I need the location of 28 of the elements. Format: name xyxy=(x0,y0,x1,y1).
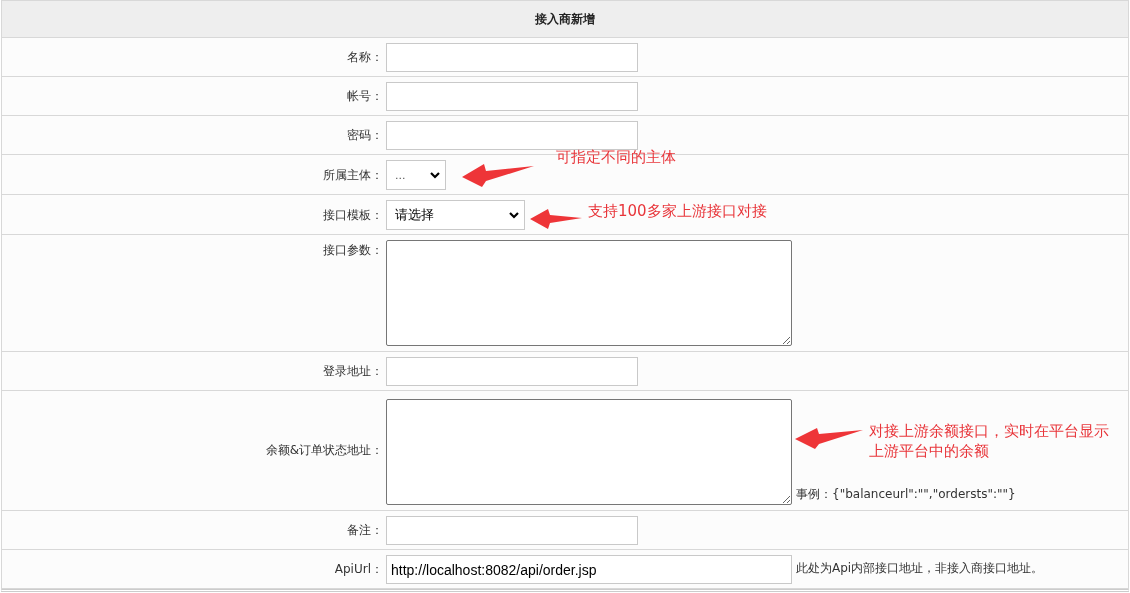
text-area[interactable] xyxy=(386,399,792,505)
text-field[interactable] xyxy=(386,43,638,72)
text-field[interactable] xyxy=(386,82,638,111)
hint-text: 事例：{"balanceurl":"","ordersts":""} xyxy=(796,486,1016,503)
field-label: ApiUrl： xyxy=(333,561,384,578)
field-label: 帐号： xyxy=(346,88,384,105)
field-label: 备注： xyxy=(346,522,384,539)
field-label: 所属主体： xyxy=(322,166,384,184)
text-field[interactable] xyxy=(386,516,638,545)
field-label: 密码： xyxy=(346,127,384,144)
dropdown-select[interactable]: 请选择 xyxy=(386,200,525,230)
field-label: 名称： xyxy=(346,49,384,66)
annotation-text: 对接上游余额接口，实时在平台显示上游平台中的余额 xyxy=(869,421,1109,461)
field-label: 余额&订单状态地址： xyxy=(264,442,384,459)
text-area[interactable] xyxy=(386,240,792,346)
annotation-text: 支持100多家上游接口对接 xyxy=(588,201,768,221)
field-label: 登录地址： xyxy=(322,363,384,380)
text-field[interactable]: http://localhost:8082/api/order.jsp xyxy=(386,555,792,584)
hint-text: 此处为Api内部接口地址，非接入商接口地址。 xyxy=(796,560,1044,577)
field-label: 接口参数： xyxy=(322,242,384,259)
chevron-down-icon xyxy=(430,171,440,179)
field-label: 接口模板： xyxy=(322,206,384,224)
dropdown-select[interactable]: ... xyxy=(386,160,446,190)
annotation-text: 可指定不同的主体 xyxy=(556,147,677,167)
form-title: 接入商新增 xyxy=(2,1,1128,38)
chevron-down-icon xyxy=(509,211,519,219)
text-field[interactable] xyxy=(386,357,638,386)
text-field[interactable] xyxy=(386,121,638,150)
